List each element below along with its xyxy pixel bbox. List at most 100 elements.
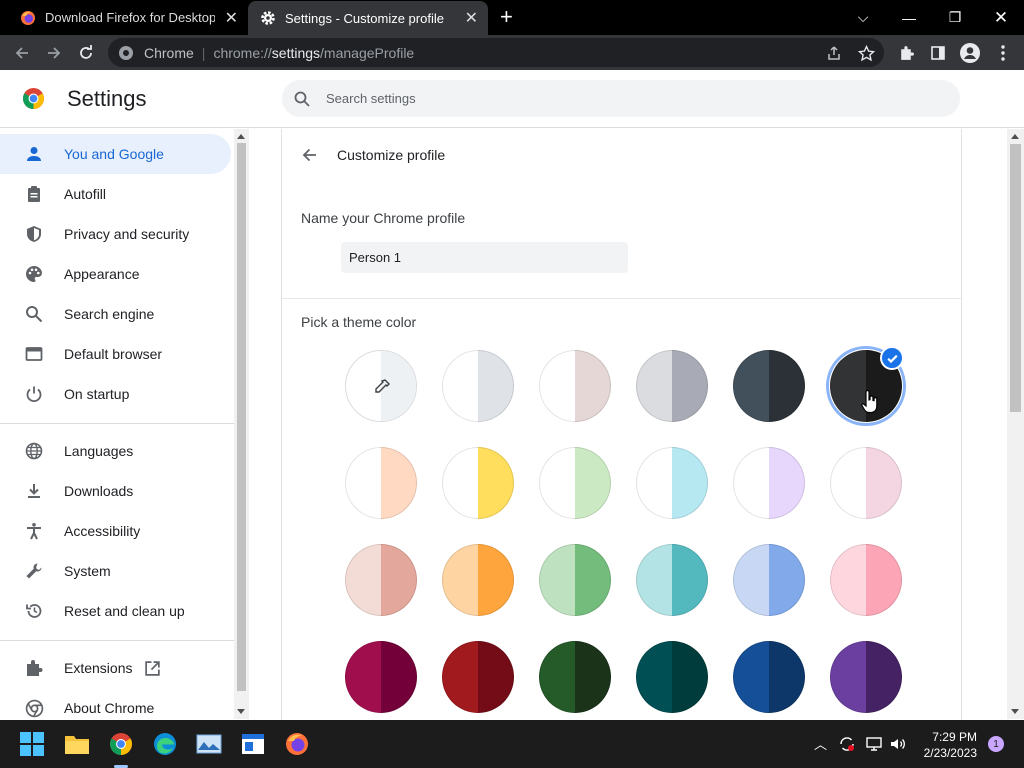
arrow-right-icon xyxy=(48,47,61,59)
theme-color-swatch[interactable] xyxy=(830,447,902,519)
minimize-button[interactable]: — xyxy=(886,0,932,35)
edge-icon[interactable] xyxy=(151,730,179,758)
palette-icon xyxy=(23,263,45,285)
theme-color-swatch[interactable] xyxy=(733,447,805,519)
close-tab-icon[interactable]: ✕ xyxy=(225,8,238,28)
search-box[interactable] xyxy=(282,80,960,117)
close-tab-icon[interactable]: ✕ xyxy=(465,8,478,28)
new-tab-button[interactable]: + xyxy=(500,5,513,29)
person-icon xyxy=(23,143,45,165)
chrome-site-icon xyxy=(119,45,133,60)
chrome-icon xyxy=(23,697,45,719)
accessibility-icon xyxy=(23,520,45,542)
theme-color-swatch[interactable] xyxy=(733,544,805,616)
sidebar-item-search-engine[interactable]: Search engine xyxy=(0,294,231,334)
sidebar-item-label: Autofill xyxy=(64,186,107,202)
sidebar-item-about-chrome[interactable]: About Chrome xyxy=(0,688,231,719)
theme-color-swatch[interactable] xyxy=(345,544,417,616)
site-label: Chrome xyxy=(144,44,194,61)
gear-icon xyxy=(261,11,275,25)
scrollbar-thumb[interactable] xyxy=(237,143,246,691)
selected-check-icon xyxy=(880,346,904,370)
network-icon[interactable] xyxy=(865,735,883,756)
theme-color-swatch[interactable] xyxy=(830,641,902,713)
theme-color-swatch[interactable] xyxy=(733,350,805,422)
tab-title: Download Firefox for Desktop — xyxy=(45,10,215,25)
tray-chevron-icon[interactable]: ︿ xyxy=(814,734,827,753)
bookmark-star-icon[interactable] xyxy=(856,43,876,63)
reload-button[interactable] xyxy=(75,42,97,64)
address-bar[interactable]: Chrome | chrome://settings/manageProfile xyxy=(108,38,884,67)
share-icon[interactable] xyxy=(824,43,844,63)
back-arrow-icon[interactable] xyxy=(300,145,320,165)
theme-color-swatch[interactable] xyxy=(442,641,514,713)
download-icon xyxy=(23,480,45,502)
back-button[interactable] xyxy=(11,42,33,64)
forward-button[interactable] xyxy=(43,42,65,64)
sidebar-item-on-startup[interactable]: On startup xyxy=(0,374,231,414)
chrome-taskbar-icon[interactable] xyxy=(107,730,135,758)
notification-badge[interactable]: 1 xyxy=(988,736,1004,752)
sidebar-item-appearance[interactable]: Appearance xyxy=(0,254,231,294)
profile-avatar-icon[interactable] xyxy=(960,43,980,63)
sidebar-item-downloads[interactable]: Downloads xyxy=(0,471,231,511)
tab-search-icon[interactable]: ⌵ xyxy=(840,0,886,35)
theme-color-swatch[interactable] xyxy=(539,641,611,713)
custom-color-picker[interactable] xyxy=(345,350,417,422)
sidebar-scrollbar[interactable] xyxy=(234,129,249,719)
theme-color-swatch[interactable] xyxy=(539,544,611,616)
sync-icon[interactable] xyxy=(838,735,856,756)
hand-cursor-icon xyxy=(861,390,878,414)
system-clock[interactable]: 7:29 PM 2/23/2023 xyxy=(924,729,977,761)
sidebar-item-accessibility[interactable]: Accessibility xyxy=(0,511,231,551)
windows-start-icon[interactable] xyxy=(18,730,46,758)
external-link-icon xyxy=(144,660,161,677)
sidebar-item-default-browser[interactable]: Default browser xyxy=(0,334,231,374)
theme-color-swatch[interactable] xyxy=(830,544,902,616)
extensions-puzzle-icon[interactable] xyxy=(896,43,916,63)
sidebar-item-extensions[interactable]: Extensions xyxy=(0,648,231,688)
search-icon xyxy=(23,303,45,325)
menu-kebab-icon[interactable] xyxy=(993,43,1013,63)
theme-color-swatch[interactable] xyxy=(539,350,611,422)
firefox-taskbar-icon[interactable] xyxy=(283,730,311,758)
section-divider xyxy=(282,298,961,299)
theme-color-swatch[interactable] xyxy=(636,447,708,519)
tab-firefox-download[interactable]: Download Firefox for Desktop — ✕ xyxy=(8,0,248,35)
theme-color-swatch[interactable] xyxy=(345,447,417,519)
search-input[interactable] xyxy=(326,91,926,106)
main-scrollbar[interactable] xyxy=(1007,129,1024,719)
profile-name-input[interactable] xyxy=(341,242,628,273)
theme-color-swatch[interactable] xyxy=(636,544,708,616)
sidebar-item-autofill[interactable]: Autofill xyxy=(0,174,231,214)
theme-color-swatch[interactable] xyxy=(345,641,417,713)
globe-icon xyxy=(23,440,45,462)
theme-color-swatch[interactable] xyxy=(442,350,514,422)
sidebar-item-label: Languages xyxy=(64,443,134,459)
close-window-button[interactable]: ✕ xyxy=(978,0,1024,35)
sidebar-item-privacy[interactable]: Privacy and security xyxy=(0,214,231,254)
app-window-icon[interactable] xyxy=(239,730,267,758)
scrollbar-thumb[interactable] xyxy=(1010,144,1021,412)
theme-color-swatch[interactable] xyxy=(636,641,708,713)
firefox-icon xyxy=(21,10,35,25)
theme-color-swatch[interactable] xyxy=(539,447,611,519)
theme-color-swatch[interactable] xyxy=(442,544,514,616)
sidebar-item-system[interactable]: System xyxy=(0,551,231,591)
file-explorer-icon[interactable] xyxy=(63,730,91,758)
windows-taskbar: ︿ 7:29 PM 2/23/2023 1 xyxy=(0,720,1024,768)
tab-settings[interactable]: Settings - Customize profile ✕ xyxy=(248,1,488,35)
chrome-logo-icon xyxy=(22,87,45,110)
sidebar-divider xyxy=(0,640,234,641)
theme-color-swatch[interactable] xyxy=(442,447,514,519)
theme-color-swatch[interactable] xyxy=(733,641,805,713)
sidebar-item-you-and-google[interactable]: You and Google xyxy=(0,134,231,174)
sidebar-item-languages[interactable]: Languages xyxy=(0,431,231,471)
sidebar-item-reset[interactable]: Reset and clean up xyxy=(0,591,231,631)
browser-toolbar: Chrome | chrome://settings/manageProfile xyxy=(0,35,1024,70)
restore-button[interactable]: ❐ xyxy=(932,0,978,35)
theme-color-swatch[interactable] xyxy=(636,350,708,422)
volume-icon[interactable] xyxy=(889,735,907,756)
photos-app-icon[interactable] xyxy=(195,730,223,758)
side-panel-icon[interactable] xyxy=(928,43,948,63)
